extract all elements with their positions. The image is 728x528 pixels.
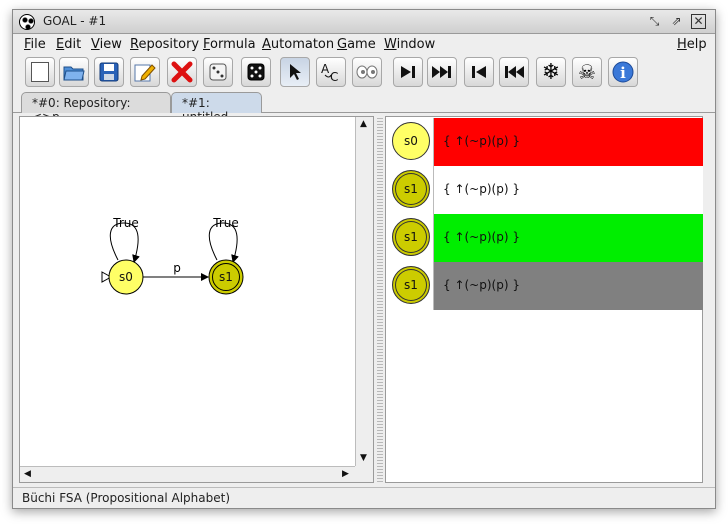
maximize-icon[interactable]: ⇗ [669, 14, 684, 29]
menu-automaton[interactable]: Automaton [262, 37, 334, 52]
svg-text:A: A [321, 62, 330, 76]
info-icon: i [612, 61, 634, 83]
random-white-button[interactable] [203, 57, 233, 87]
scroll-down-icon[interactable]: ▼ [360, 453, 367, 463]
delete-button[interactable] [167, 57, 197, 87]
open-folder-icon [63, 66, 85, 81]
black-die-icon [247, 63, 265, 81]
menu-repository[interactable]: Repository [130, 37, 199, 52]
fast-forward-icon [432, 66, 451, 78]
select-arrow-icon [290, 64, 301, 80]
save-button[interactable] [94, 57, 124, 87]
freeze-button[interactable]: ❄ [536, 57, 566, 87]
svg-text:i: i [620, 64, 626, 82]
state-row-icon: s1 [387, 262, 434, 310]
state-row-label: { ↑(~p)(p) } [443, 230, 520, 244]
scroll-left-icon[interactable]: ◀ [24, 469, 31, 479]
view-button[interactable] [352, 57, 382, 87]
rewind-icon [505, 66, 524, 78]
horizontal-scrollbar[interactable]: ◀ ▶ [20, 466, 355, 482]
menu-game[interactable]: Game [337, 37, 376, 52]
tab-bar: *#0: Repository: <>p *#1: untitled [13, 91, 715, 124]
menu-help[interactable]: Help [677, 37, 707, 52]
tab-repository[interactable]: *#0: Repository: <>p [21, 92, 171, 124]
edit-pencil-icon [134, 64, 156, 82]
eyes-icon [356, 65, 378, 79]
step-back-button[interactable] [464, 57, 494, 87]
automaton-canvas[interactable]: True True p s0 s1 ▲ ▼ ◀ ▶ [19, 116, 374, 483]
menu-window[interactable]: Window [384, 37, 435, 52]
select-tool-button[interactable] [280, 57, 310, 87]
tab-untitled[interactable]: *#1: untitled [171, 92, 262, 124]
title-bar: GOAL - #1 ⤡ ⇗ ✕ [13, 10, 715, 34]
state-row-label: { ↑(~p)(p) } [443, 182, 520, 196]
state-row[interactable]: s1 { ↑(~p)(p) } [387, 214, 703, 262]
random-black-button[interactable] [241, 57, 271, 87]
state-name-s1: s1 [219, 270, 233, 284]
svg-text:C: C [330, 70, 338, 83]
automaton-drawing: True True p s0 s1 [101, 216, 244, 295]
app-window: GOAL - #1 ⤡ ⇗ ✕ File Edit View Repositor… [12, 9, 716, 509]
close-icon[interactable]: ✕ [691, 14, 706, 29]
save-disk-icon [99, 62, 119, 82]
delete-x-icon [171, 61, 193, 83]
toolbar: AC ❄ ☠ i [13, 55, 715, 89]
step-forward-button[interactable] [393, 57, 423, 87]
state-row[interactable]: s1 { ↑(~p)(p) } [387, 262, 703, 310]
state-list-panel: s0 { ↑(~p)(p) } s1 { ↑(~p)(p) } s1 { ↑(~… [385, 116, 703, 483]
menu-bar: File Edit View Repository Formula Automa… [13, 35, 715, 55]
minimize-icon[interactable]: ⤡ [647, 14, 662, 29]
scroll-up-icon[interactable]: ▲ [360, 119, 367, 129]
white-die-icon [209, 63, 227, 81]
loop-label-s0: True [112, 216, 139, 230]
menu-view[interactable]: View [91, 37, 122, 52]
accepting-state-circle: s1 [392, 266, 430, 304]
scroll-right-icon[interactable]: ▶ [342, 469, 349, 479]
new-icon [31, 62, 49, 82]
state-row-icon: s0 [387, 118, 434, 166]
text-ac-icon: AC [321, 62, 338, 83]
loop-label-s1: True [212, 216, 239, 230]
skull-icon: ☠ [578, 60, 596, 84]
edit-button[interactable] [130, 57, 160, 87]
menu-edit[interactable]: Edit [56, 37, 81, 52]
state-row-label: { ↑(~p)(p) } [443, 134, 520, 148]
step-back-icon [472, 66, 486, 78]
transition-label: p [173, 261, 181, 275]
snowflake-icon: ❄ [541, 59, 561, 85]
menu-file[interactable]: File [24, 37, 46, 52]
fast-forward-button[interactable] [427, 57, 457, 87]
state-circle: s0 [392, 122, 430, 160]
split-pane-divider[interactable] [377, 116, 383, 483]
accepting-state-circle: s1 [392, 218, 430, 256]
step-forward-icon [401, 66, 415, 78]
vertical-scrollbar[interactable]: ▲ ▼ [355, 117, 373, 466]
state-row-icon: s1 [387, 214, 434, 262]
rewind-button[interactable] [499, 57, 529, 87]
open-button[interactable] [59, 57, 89, 87]
window-title: GOAL - #1 [43, 14, 107, 28]
accepting-state-circle: s1 [392, 170, 430, 208]
state-name-s0: s0 [119, 270, 133, 284]
state-row-label: { ↑(~p)(p) } [443, 278, 520, 292]
new-button[interactable] [25, 57, 55, 87]
info-button[interactable]: i [608, 57, 638, 87]
state-row[interactable]: s1 { ↑(~p)(p) } [387, 166, 703, 214]
soccer-ball-icon [19, 14, 35, 30]
state-row[interactable]: s0 { ↑(~p)(p) } [387, 118, 703, 166]
state-row-icon: s1 [387, 166, 434, 214]
scroll-corner [355, 466, 373, 482]
status-bar: Büchi FSA (Propositional Alphabet) [13, 487, 715, 508]
kill-button[interactable]: ☠ [572, 57, 602, 87]
menu-formula[interactable]: Formula [203, 37, 256, 52]
text-tool-button[interactable]: AC [316, 57, 346, 87]
